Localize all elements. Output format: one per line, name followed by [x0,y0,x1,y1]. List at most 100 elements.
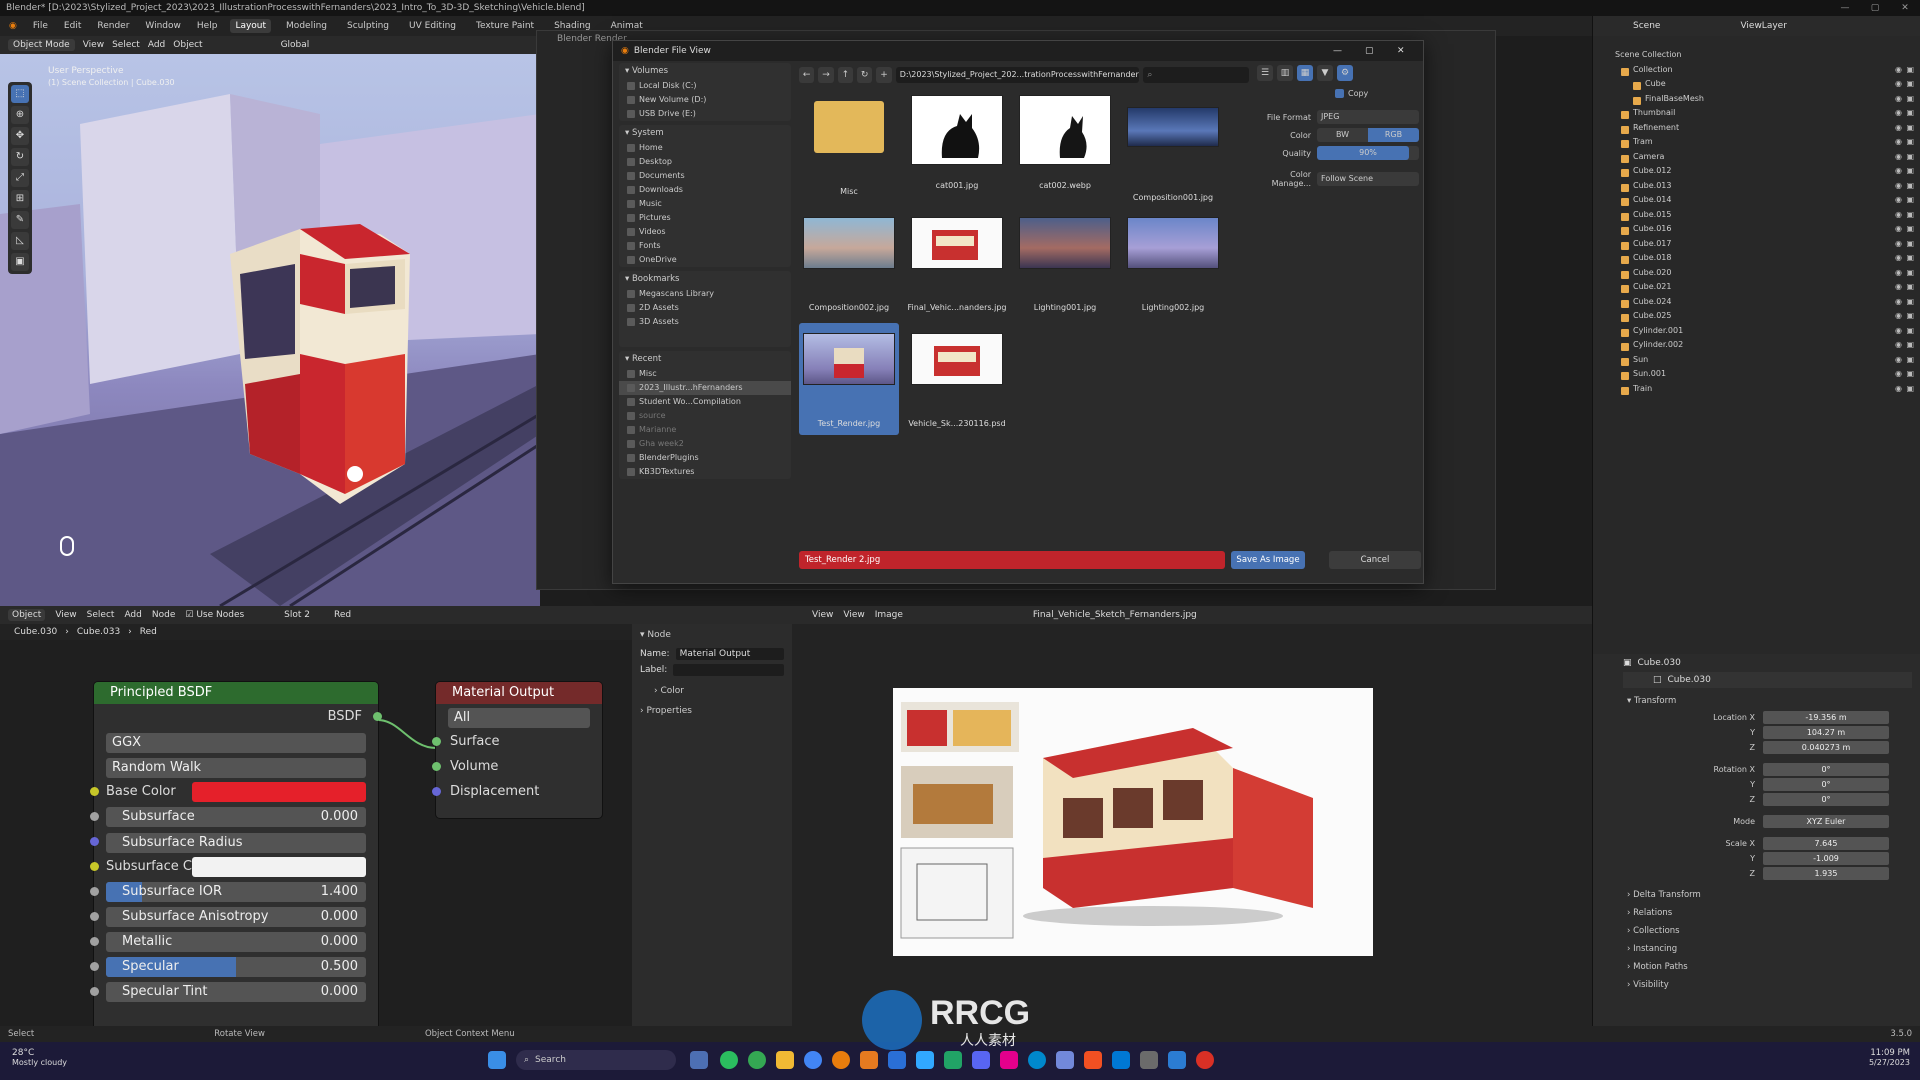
select-tool-icon[interactable]: ⬚ [11,85,29,103]
back-arrow-icon[interactable]: ← [799,67,815,83]
render-camera-icon[interactable]: ▣ [1906,384,1914,393]
value-slider[interactable]: Specular 0.500 [106,957,366,977]
viewport-menu-object[interactable]: Object [173,40,202,50]
system-header[interactable]: ▾ System [619,125,791,141]
render-camera-icon[interactable]: ▣ [1906,166,1914,175]
recent-item[interactable]: Gha week2 [619,437,791,451]
node-properties-section[interactable]: › Properties [632,704,792,718]
dialog-close-button[interactable]: ✕ [1397,46,1405,56]
recent-item[interactable]: source [619,409,791,423]
render-camera-icon[interactable]: ▣ [1906,65,1914,74]
input-socket[interactable] [90,787,99,796]
color-rgb-toggle[interactable]: RGB [1368,128,1419,142]
outliner-item[interactable]: Refinement ◉ ▣ [1593,123,1920,138]
recent-header[interactable]: ▾ Recent [619,351,791,367]
properties-section[interactable]: › Collections [1593,922,1920,940]
visibility-eye-icon[interactable]: ◉ [1895,311,1902,320]
render-camera-icon[interactable]: ▣ [1906,297,1914,306]
system-item-desktop[interactable]: Desktop [619,155,791,169]
telegram-icon[interactable] [1028,1051,1046,1069]
displacement-socket[interactable] [432,787,441,796]
workspace-tab-layout[interactable]: Layout [230,19,272,33]
outliner-item[interactable]: Cube.021 ◉ ▣ [1593,282,1920,297]
app-icon[interactable] [1168,1051,1186,1069]
outliner-item[interactable]: Cylinder.001 ◉ ▣ [1593,326,1920,341]
outliner-item[interactable]: Cube.017 ◉ ▣ [1593,239,1920,254]
outliner-item[interactable]: Cube.016 ◉ ▣ [1593,224,1920,239]
app-icon[interactable] [1196,1051,1214,1069]
file-tile[interactable]: cat001.jpg [907,91,1007,203]
close-window-button[interactable]: ✕ [1890,0,1920,16]
file-tile[interactable]: cat002.webp [1015,91,1115,203]
visibility-eye-icon[interactable]: ◉ [1895,166,1902,175]
weather-widget[interactable]: 28°C Mostly cloudy [12,1048,67,1067]
properties-object-field[interactable]: Cube.030 [1668,675,1711,685]
render-camera-icon[interactable]: ▣ [1906,181,1914,190]
properties-section[interactable]: › Relations [1593,904,1920,922]
transform-value-field[interactable]: 0° [1763,792,1889,806]
app-icon[interactable] [1056,1051,1074,1069]
transform-value-field[interactable]: XYZ Euler [1763,814,1889,828]
image-menu-view[interactable]: View [812,610,833,620]
outliner-item[interactable]: Sun.001 ◉ ▣ [1593,369,1920,384]
taskbar-search[interactable]: ⌕ Search [516,1050,676,1070]
volumes-header[interactable]: ▾ Volumes [619,63,791,79]
visibility-eye-icon[interactable]: ◉ [1895,210,1902,219]
material-output-node[interactable]: Material Output All Surface Volume Displ… [432,682,602,818]
outliner-item[interactable]: Camera ◉ ▣ [1593,152,1920,167]
cursor-tool-icon[interactable]: ⊕ [11,106,29,124]
scene-selector[interactable]: Scene [1633,21,1660,31]
principled-bsdf-node[interactable]: Principled BSDF BSDF GGX Random Walk Bas… [90,682,382,1032]
parent-dir-icon[interactable]: ↑ [837,67,854,83]
input-socket[interactable] [90,987,99,996]
image-menu-view2[interactable]: View [843,610,864,620]
terminal-icon[interactable] [1140,1051,1158,1069]
horizontal-list-icon[interactable]: ▥ [1277,65,1293,81]
render-camera-icon[interactable]: ▣ [1906,268,1914,277]
system-item-home[interactable]: Home [619,141,791,155]
recent-item[interactable]: Student Wo...Compilation [619,395,791,409]
viewport-menu-select[interactable]: Select [112,40,140,50]
bookmark-item[interactable]: Megascans Library [619,287,791,301]
refresh-icon[interactable]: ↻ [857,67,873,83]
render-camera-icon[interactable]: ▣ [1906,152,1914,161]
system-item-documents[interactable]: Documents [619,169,791,183]
recent-item[interactable]: 2023_Illustr...hFernanders [619,381,791,395]
slot-dropdown[interactable]: Slot 2 [284,610,310,620]
dialog-maximize-button[interactable]: ▢ [1365,46,1374,56]
value-slider[interactable]: Subsurface Anisotropy 0.000 [106,907,366,927]
render-camera-icon[interactable]: ▣ [1906,224,1914,233]
system-item-fonts[interactable]: Fonts [619,239,791,253]
transform-value-field[interactable]: -1.009 [1763,851,1889,865]
menu-window[interactable]: Window [142,19,184,33]
outliner-item[interactable]: Cube.020 ◉ ▣ [1593,268,1920,283]
file-tile-folder[interactable]: Misc [799,91,899,203]
settings-gear-icon[interactable]: ⚙ [1337,65,1353,81]
properties-section[interactable]: › Visibility [1593,976,1920,994]
blender-taskbar-icon[interactable] [832,1051,850,1069]
dialog-minimize-button[interactable]: — [1333,46,1342,56]
filter-icon[interactable]: ▼ [1317,65,1333,81]
3d-viewport[interactable]: User Perspective (1) Scene Collection | … [0,54,540,606]
input-socket[interactable] [90,887,99,896]
input-socket[interactable] [90,812,99,821]
system-item-pictures[interactable]: Pictures [619,211,791,225]
system-item-onedrive[interactable]: OneDrive [619,253,791,267]
minimize-button[interactable]: — [1830,0,1860,16]
render-camera-icon[interactable]: ▣ [1906,369,1914,378]
outliner-item[interactable]: Cube.014 ◉ ▣ [1593,195,1920,210]
volume-item[interactable]: USB Drive (E:) [619,107,791,121]
file-tile[interactable]: Vehicle_Sk...230116.psd [907,323,1007,435]
viewport-menu-add[interactable]: Add [148,40,165,50]
outliner-item[interactable]: Cube.013 ◉ ▣ [1593,181,1920,196]
visibility-eye-icon[interactable]: ◉ [1895,137,1902,146]
subsurface-method-dropdown[interactable]: Random Walk [106,758,366,778]
file-tile[interactable]: Composition002.jpg [799,207,899,319]
outliner-item[interactable]: Train ◉ ▣ [1593,384,1920,399]
visibility-eye-icon[interactable]: ◉ [1895,326,1902,335]
render-camera-icon[interactable]: ▣ [1906,355,1914,364]
node-section-header[interactable]: ▾ Node [632,624,792,646]
workspace-tab-modeling[interactable]: Modeling [281,19,332,33]
rotate-tool-icon[interactable]: ↻ [11,148,29,166]
outliner-item[interactable]: Thumbnail ◉ ▣ [1593,108,1920,123]
